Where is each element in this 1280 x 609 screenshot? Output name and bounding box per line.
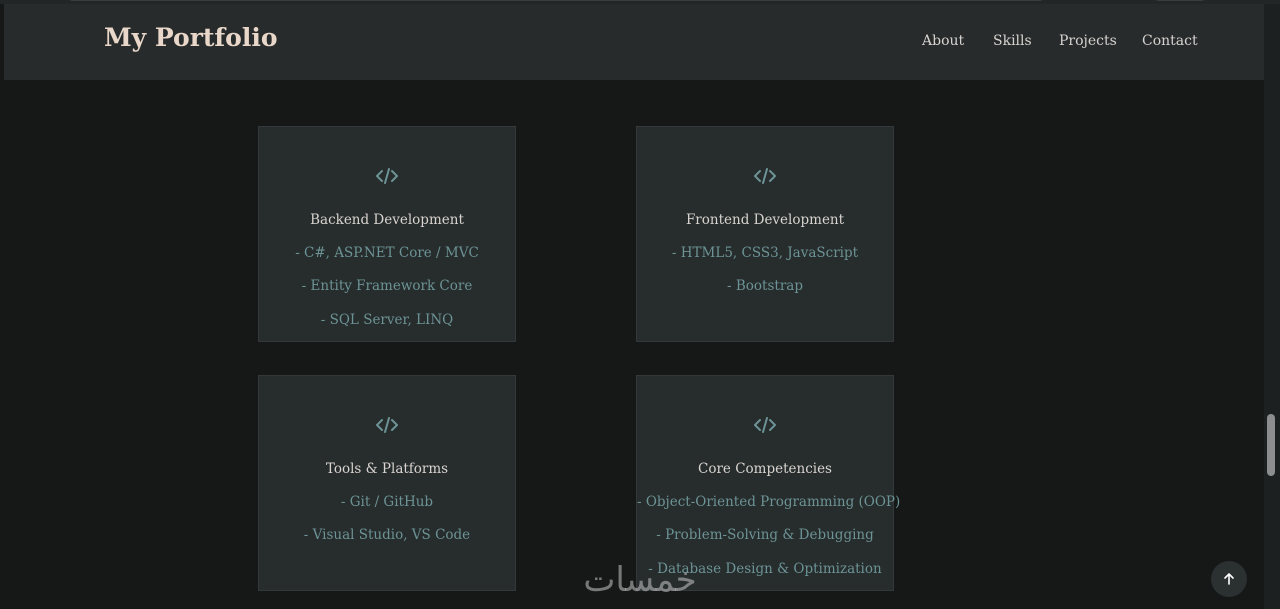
skill-card-tools: Tools & Platforms - Git / GitHub - Visua… — [258, 375, 516, 591]
toolbar-button-edge — [1156, 0, 1204, 1]
card-item: - SQL Server, LINQ — [320, 312, 454, 328]
navbar: My Portfolio About Skills Projects Conta… — [4, 4, 1264, 80]
card-item: - C#, ASP.NET Core / MVC — [295, 245, 479, 261]
skill-card-core: Core Competencies - Object-Oriented Prog… — [636, 375, 901, 591]
skill-card-frontend: Frontend Development - HTML5, CSS3, Java… — [636, 126, 894, 342]
card-title: Tools & Platforms — [325, 461, 449, 477]
nav-link-skills[interactable]: Skills — [993, 33, 1032, 49]
nav-link-contact[interactable]: Contact — [1142, 33, 1198, 49]
card-item: - Object-Oriented Programming (OOP) — [637, 494, 901, 510]
card-title: Core Competencies — [698, 461, 832, 477]
code-icon — [259, 414, 515, 436]
card-item: - Problem-Solving & Debugging — [656, 527, 874, 543]
nav-link-about[interactable]: About — [922, 33, 964, 49]
nav-link-projects[interactable]: Projects — [1059, 33, 1117, 49]
code-icon — [637, 165, 893, 187]
code-icon — [259, 165, 515, 187]
card-title: Frontend Development — [685, 212, 845, 228]
card-title: Backend Development — [310, 212, 464, 228]
card-item: - HTML5, CSS3, JavaScript — [671, 245, 859, 261]
nav-links: About Skills Projects Contact — [4, 33, 1264, 53]
card-item: - Git / GitHub — [340, 494, 434, 510]
scroll-to-top-button[interactable] — [1211, 561, 1247, 597]
code-icon — [637, 414, 893, 436]
watermark-logo: خمسات — [583, 560, 697, 600]
card-item: - Visual Studio, VS Code — [303, 527, 471, 543]
arrow-up-icon — [1224, 573, 1234, 585]
card-item: - Bootstrap — [727, 278, 803, 294]
scrollbar-thumb[interactable] — [1267, 414, 1275, 476]
scrollbar-track[interactable] — [1264, 4, 1280, 609]
card-item: - Entity Framework Core — [301, 278, 473, 294]
skill-card-backend: Backend Development - C#, ASP.NET Core /… — [258, 126, 516, 342]
address-bar-edge — [70, 0, 1042, 1]
